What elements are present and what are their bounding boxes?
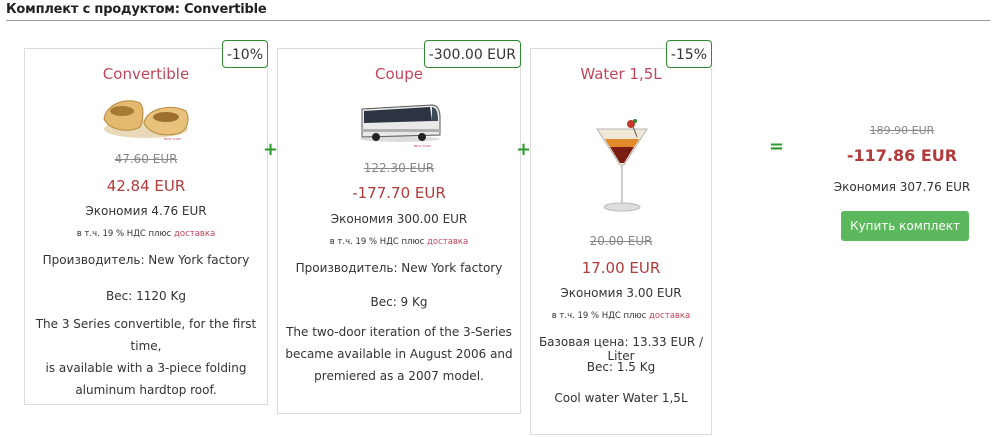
svg-text:BEST SHOP: BEST SHOP (414, 144, 431, 148)
discount-badge: -300.00 EUR (423, 40, 521, 68)
plus-sign: + (263, 139, 279, 160)
vat-text: в т.ч. 19 % НДС плюс (76, 229, 172, 239)
product-description: Cool water Water 1,5L (554, 391, 688, 405)
svg-text:BEST SHOP: BEST SHOP (164, 137, 181, 141)
product-card-coupe: -300.00 EUR Coupe BEST SHOP 122.30 EUR -… (277, 40, 521, 414)
bus-image[interactable]: BEST SHOP (358, 93, 442, 149)
weight-text: Вес: 9 Kg (370, 295, 428, 309)
old-price: 20.00 EUR (589, 234, 653, 248)
discount-badge: -10% (221, 40, 268, 68)
description-line: became available in August 2006 and (285, 347, 513, 361)
vat-info: в т.ч. 19 % НДС плюс доставка (531, 311, 711, 321)
description-line: premiered as a 2007 model. (314, 369, 484, 383)
wooden-clogs-image[interactable]: BEST SHOP (100, 89, 192, 143)
vat-text: в т.ч. 19 % НДС плюс (329, 237, 425, 247)
shipping-link[interactable]: доставка (427, 237, 468, 247)
total-old-price: 189.90 EUR (869, 124, 935, 137)
equals-sign: = (769, 136, 785, 157)
cocktail-glass-image[interactable] (591, 119, 653, 219)
description-line: The 3 Series convertible, for the first … (35, 317, 257, 353)
shipping-link[interactable]: доставка (649, 311, 690, 321)
product-description: The 3 Series convertible, for the first … (25, 313, 267, 401)
base-price-text: Базовая цена: 13.33 EUR / Liter (538, 335, 704, 363)
product-card-water: -15% Water 1,5L 20.00 EUR 17.00 EUR Экон… (530, 40, 712, 435)
plus-sign: + (516, 139, 532, 160)
weight-text: Вес: 1.5 Kg (586, 360, 656, 374)
product-name-link[interactable]: Water 1,5L (531, 65, 711, 83)
vat-info: в т.ч. 19 % НДС плюс доставка (278, 237, 520, 247)
saving-text: Экономия 3.00 EUR (560, 286, 682, 300)
vat-text: в т.ч. 19 % НДС плюс (551, 311, 647, 321)
product-name-link[interactable]: Convertible (25, 65, 267, 83)
description-line: aluminum hardtop roof. (75, 383, 217, 397)
discount-badge: -15% (665, 40, 712, 68)
manufacturer-text: Производитель: New York factory (42, 253, 250, 267)
bundle-header: Комплект с продуктом: Convertible (6, 2, 990, 21)
total-saving: Экономия 307.76 EUR (833, 180, 971, 194)
product-card-convertible: -10% Convertible BEST SHOP 47.60 EUR 42.… (24, 40, 268, 405)
product-name-link[interactable]: Coupe (278, 65, 520, 83)
manufacturer-text: Производитель: New York factory (295, 261, 503, 275)
shipping-link[interactable]: доставка (174, 229, 215, 239)
product-price: 17.00 EUR (581, 259, 661, 277)
total-price: -117.86 EUR (846, 146, 958, 165)
description-line: The two-door iteration of the 3-Series (286, 325, 512, 339)
vat-info: в т.ч. 19 % НДС плюс доставка (25, 229, 267, 239)
saving-text: Экономия 300.00 EUR (330, 212, 468, 226)
product-description: The two-door iteration of the 3-Series b… (278, 321, 520, 387)
weight-text: Вес: 1120 Kg (106, 289, 186, 303)
product-price: -177.70 EUR (352, 184, 446, 202)
old-price: 47.60 EUR (114, 152, 178, 166)
saving-text: Экономия 4.76 EUR (85, 204, 207, 218)
description-line: is available with a 3-piece folding (45, 361, 247, 375)
product-price: 42.84 EUR (106, 177, 186, 195)
old-price: 122.30 EUR (363, 161, 435, 175)
buy-bundle-button[interactable]: Купить комплект (841, 211, 969, 241)
